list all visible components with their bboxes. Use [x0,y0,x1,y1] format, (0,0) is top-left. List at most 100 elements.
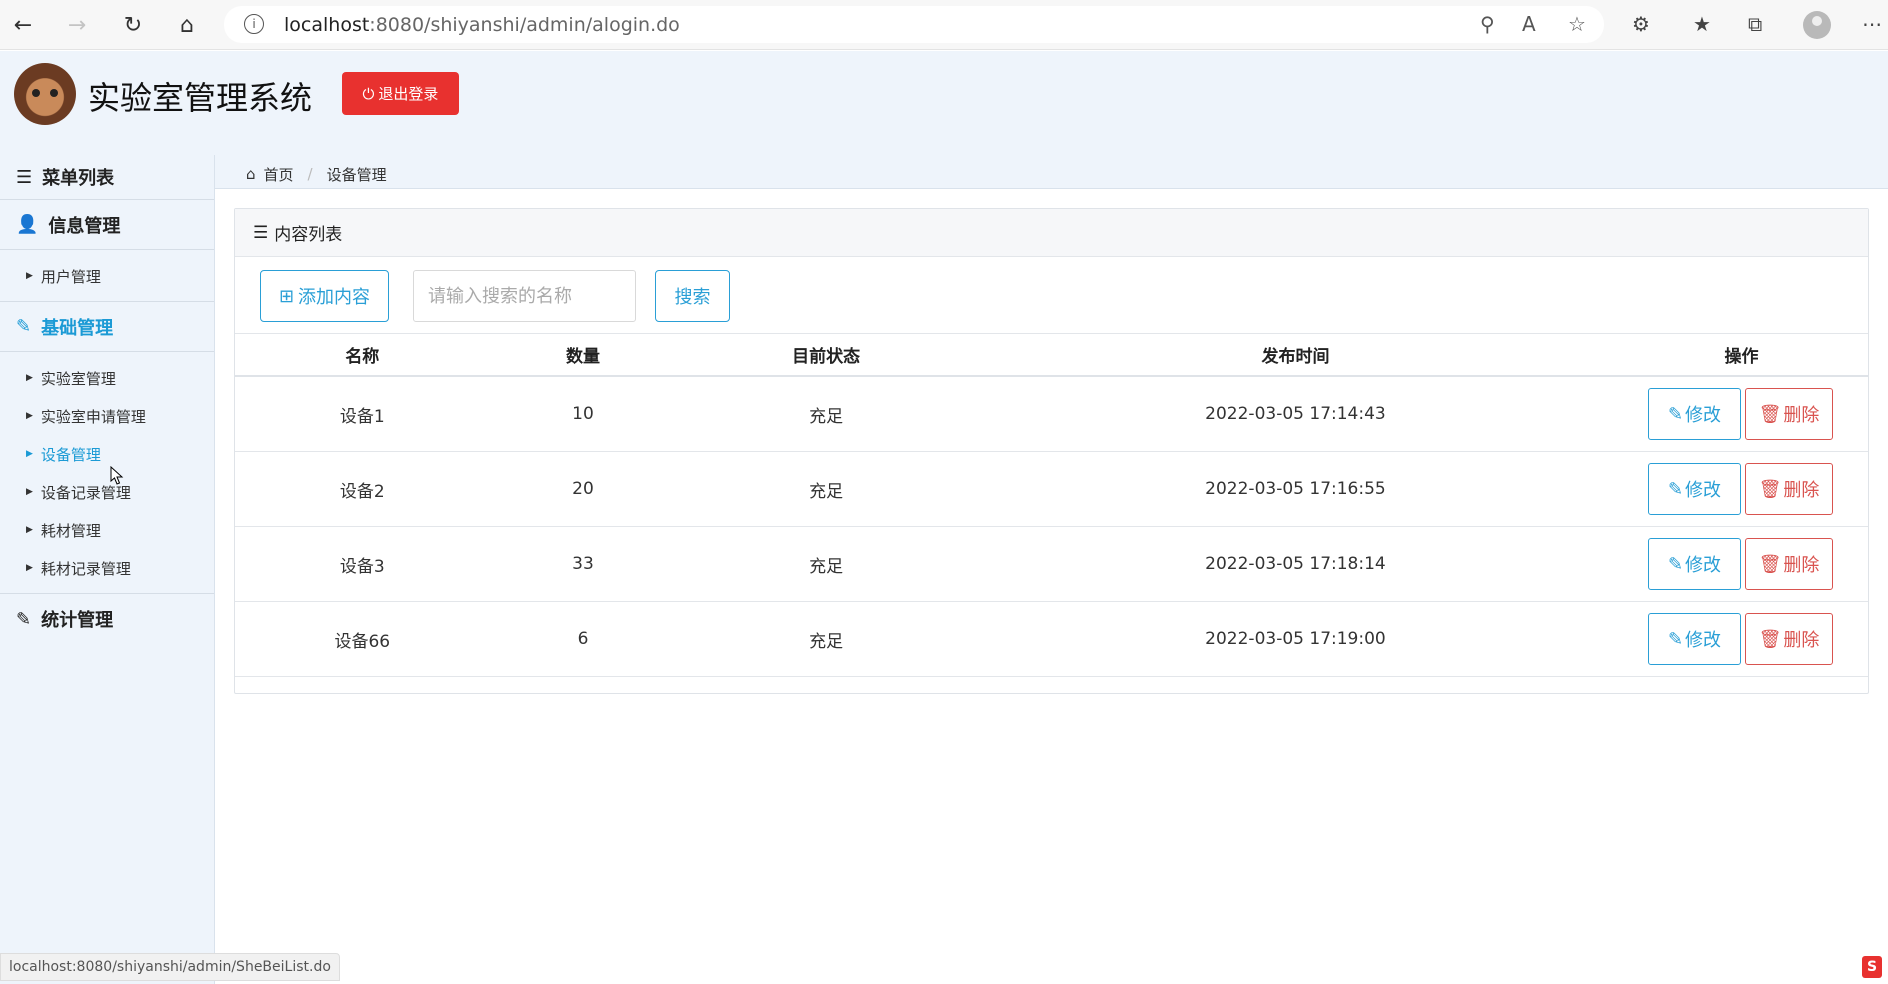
group-label: 统计管理 [41,610,114,631]
sidebar-item-equipment[interactable]: ▶ 设备管理 [0,435,214,473]
sidebar-item-consumables[interactable]: ▶ 耗材管理 [0,511,214,549]
sidebar-item-consumables-record[interactable]: ▶ 耗材记录管理 [0,549,214,587]
sidebar-item-equipment-record[interactable]: ▶ 设备记录管理 [0,473,214,511]
equipment-table: 名称 数量 目前状态 发布时间 操作 设备1 10 充足 2022-03-05 … [235,334,1868,677]
delete-button[interactable]: 🗑 删除 [1745,388,1833,440]
delete-button[interactable]: 🗑 删除 [1745,463,1833,515]
site-info-icon[interactable]: i [244,14,264,34]
delete-label: 删除 [1783,630,1820,651]
edit-button[interactable]: ✎ 修改 [1648,463,1741,515]
list-icon: ☰ [253,222,269,243]
cell-time: 2022-03-05 17:18:14 [975,526,1616,602]
cell-actions: ✎ 修改 🗑 删除 [1615,526,1868,602]
edit-icon: ✎ [1667,553,1684,575]
edit-icon: ✎ [1667,628,1684,650]
edit-label: 修改 [1685,405,1722,426]
add-content-button[interactable]: ⊞ 添加内容 [260,270,389,322]
caret-right-icon: ▶ [26,525,33,535]
cell-status: 充足 [676,601,976,677]
cell-time: 2022-03-05 17:16:55 [975,451,1616,527]
breadcrumb-current: 设备管理 [326,165,387,184]
url-host: localhost [284,14,370,36]
delete-button[interactable]: 🗑 删除 [1745,613,1833,665]
edit-button[interactable]: ✎ 修改 [1648,613,1741,665]
reload-icon[interactable]: ↻ [118,10,148,40]
table-row: 设备1 10 充足 2022-03-05 17:14:43 ✎ 修改 🗑 删除 [235,376,1868,452]
column-header-actions: 操作 [1615,334,1868,377]
sidebar-item-label: 实验室申请管理 [40,407,146,426]
input-method-icon[interactable]: S [1862,956,1882,978]
read-aloud-icon[interactable]: A [1522,12,1536,36]
column-header-count: 数量 [489,334,677,377]
edit-button[interactable]: ✎ 修改 [1648,538,1741,590]
sidebar-item-label: 设备管理 [40,445,101,464]
sidebar: ☰ 菜单列表 👤 信息管理 ▶ 用户管理 ✎ 基础管理 ▶ 实验室管理 ▶ 实验室申请… [0,155,215,984]
delete-button[interactable]: 🗑 删除 [1745,538,1833,590]
logout-button[interactable]: ⏻ 退出登录 [342,72,459,115]
group-label: 基础管理 [41,317,114,339]
panel-header: ☰ 内容列表 [235,209,1868,257]
table-row: 设备3 33 充足 2022-03-05 17:18:14 ✎ 修改 🗑 删除 [235,526,1868,602]
cell-actions: ✎ 修改 🗑 删除 [1615,451,1868,527]
cell-time: 2022-03-05 17:19:00 [975,601,1616,677]
sidebar-group-basic[interactable]: ✎ 基础管理 [0,302,214,352]
sidebar-item-label: 耗材记录管理 [40,559,131,578]
column-header-time: 发布时间 [975,334,1616,377]
url-path: :8080/shiyanshi/admin/alogin.do [369,14,680,36]
avatar [14,63,76,125]
caret-right-icon: ▶ [26,487,33,497]
edit-label: 修改 [1685,480,1722,501]
cell-count: 20 [489,451,677,527]
cell-name: 设备2 [235,451,490,527]
logout-label: 退出登录 [378,85,439,103]
forward-icon[interactable]: → [62,10,92,40]
sidebar-item-users[interactable]: ▶ 用户管理 [0,257,214,295]
search-input[interactable] [413,270,636,322]
favorite-add-icon[interactable]: ☆ [1568,12,1586,36]
search-button[interactable]: 搜索 [655,270,730,322]
power-icon: ⏻ [362,84,375,103]
back-icon[interactable]: ← [8,10,38,40]
sidebar-item-label: 耗材管理 [40,521,101,540]
home-crumb-icon: ⌂ [246,165,256,183]
more-icon[interactable]: ⋯ [1862,12,1882,36]
trash-icon: 🗑 [1758,553,1782,575]
add-label: 添加内容 [298,287,371,308]
trash-icon: 🗑 [1758,628,1782,650]
cell-status: 充足 [676,526,976,602]
column-header-status: 目前状态 [676,334,976,377]
plus-square-icon: ⊞ [278,285,295,307]
sidebar-item-label: 用户管理 [40,267,101,286]
panel-title: 内容列表 [274,225,343,245]
breadcrumb-separator: / [307,165,313,183]
caret-right-icon: ▶ [26,411,33,421]
sidebar-item-lab-apply[interactable]: ▶ 实验室申请管理 [0,397,214,435]
edit-icon: ✎ [1667,403,1684,425]
toolbar: ⊞ 添加内容 搜索 [235,257,1868,334]
table-header-row: 名称 数量 目前状态 发布时间 操作 [235,334,1868,377]
cell-status: 充足 [676,376,976,452]
sidebar-submenu-basic: ▶ 实验室管理 ▶ 实验室申请管理 ▶ 设备管理 ▶ 设备记录管理 ▶ 耗材管理 ▶ 耗材记… [0,352,214,594]
edit-button[interactable]: ✎ 修改 [1648,388,1741,440]
cell-count: 6 [489,601,677,677]
sidebar-item-lab[interactable]: ▶ 实验室管理 [0,359,214,397]
home-icon[interactable]: ⌂ [172,10,202,40]
edit-icon: ✎ [1667,478,1684,500]
browser-toolbar: ← → ↻ ⌂ i localhost:8080/shiyanshi/admin… [0,0,1888,50]
content-panel: ☰ 内容列表 ⊞ 添加内容 搜索 名称 数量 目前状态 发布时间 操作 设备1 … [234,208,1869,694]
extensions-icon[interactable]: ⚙ [1632,12,1650,36]
breadcrumb-home[interactable]: 首页 [264,164,294,185]
cell-name: 设备1 [235,376,490,452]
address-url[interactable]: localhost:8080/shiyanshi/admin/alogin.do [284,14,680,36]
profile-avatar[interactable] [1803,11,1831,39]
cell-name: 设备66 [235,601,490,677]
address-bar[interactable]: i localhost:8080/shiyanshi/admin/alogin.… [224,6,1604,43]
delete-label: 删除 [1783,480,1820,501]
collections-icon[interactable]: ⧉ [1748,12,1762,36]
user-icon: 👤 [16,214,39,235]
breadcrumb: ⌂ 首页 / 设备管理 [246,155,387,193]
sidebar-group-stats[interactable]: ✎ 统计管理 [0,594,214,644]
favorites-icon[interactable]: ★ [1693,12,1711,36]
sidebar-group-info[interactable]: 👤 信息管理 [0,200,214,250]
key-icon[interactable]: ⚲ [1480,12,1495,36]
